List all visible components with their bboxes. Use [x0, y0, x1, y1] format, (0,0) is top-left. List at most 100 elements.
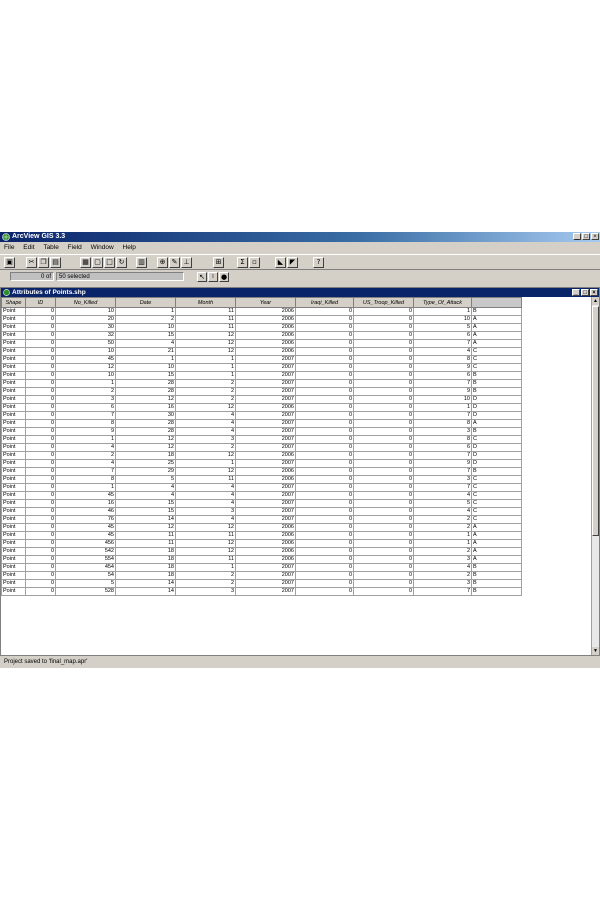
table-cell[interactable]: 9	[413, 363, 472, 372]
table-cell[interactable]: 1	[413, 531, 472, 540]
table-cell[interactable]: 542	[55, 547, 116, 556]
table-cell[interactable]: 0	[295, 571, 354, 580]
table-cell[interactable]: 0	[25, 515, 56, 524]
table-row[interactable]: Point 0 2 18 12 2006 0 0 7 D	[1, 451, 522, 460]
table-cell[interactable]: 15	[115, 371, 176, 380]
table-cell[interactable]: 4	[175, 499, 236, 508]
table-cell[interactable]: 1	[175, 459, 236, 468]
table-cell[interactable]: 0	[295, 347, 354, 356]
table-cell[interactable]: 2	[413, 571, 472, 580]
table-cell[interactable]: Point	[1, 411, 26, 420]
column-header[interactable]: Year	[235, 297, 296, 308]
table-cell[interactable]: 0	[353, 379, 414, 388]
table-cell[interactable]: 28	[115, 387, 176, 396]
table-cell[interactable]: 12	[175, 339, 236, 348]
table-cell[interactable]: 0	[25, 427, 56, 436]
table-cell[interactable]: 0	[353, 411, 414, 420]
table-cell[interactable]: Point	[1, 347, 26, 356]
table-row[interactable]: Point 0 542 18 12 2006 0 0 2 A	[1, 547, 522, 556]
table-cell[interactable]: 0	[295, 483, 354, 492]
table-cell[interactable]: 0	[295, 523, 354, 532]
table-cell[interactable]: C	[471, 515, 522, 524]
table-cell[interactable]: 8	[413, 355, 472, 364]
table-cell[interactable]: Point	[1, 491, 26, 500]
table-cell[interactable]: 2007	[235, 491, 296, 500]
table-cell[interactable]: 1	[413, 403, 472, 412]
table-cell[interactable]: 0	[353, 347, 414, 356]
table-cell[interactable]: 3	[413, 475, 472, 484]
table-cell[interactable]: 11	[175, 531, 236, 540]
table-cell[interactable]: 3	[413, 579, 472, 588]
table-cell[interactable]: Point	[1, 587, 26, 596]
table-cell[interactable]: B	[471, 427, 522, 436]
table-cell[interactable]: 0	[353, 491, 414, 500]
table-cell[interactable]: 7	[55, 467, 116, 476]
table-cell[interactable]: 14	[115, 587, 176, 596]
select-all-icon[interactable]: ▢	[92, 257, 103, 268]
table-cell[interactable]: 7	[413, 467, 472, 476]
table-cell[interactable]: 12	[115, 435, 176, 444]
table-cell[interactable]: 2006	[235, 475, 296, 484]
table-cell[interactable]: 8	[413, 419, 472, 428]
table-cell[interactable]: Point	[1, 451, 26, 460]
table-row[interactable]: Point 0 9 28 4 2007 0 0 3 B	[1, 427, 522, 436]
table-cell[interactable]: 0	[25, 307, 56, 316]
table-cell[interactable]: 12	[115, 523, 176, 532]
join-icon[interactable]: ⊞	[213, 257, 224, 268]
table-close-button[interactable]: ×	[590, 289, 598, 296]
table-cell[interactable]: 0	[295, 379, 354, 388]
table-cell[interactable]: 0	[295, 371, 354, 380]
column-header[interactable]: Shape	[1, 297, 26, 308]
table-cell[interactable]: 45	[55, 523, 116, 532]
table-cell[interactable]: Point	[1, 563, 26, 572]
table-cell[interactable]: A	[471, 339, 522, 348]
edit-icon[interactable]: I	[208, 272, 218, 282]
table-cell[interactable]: 0	[353, 459, 414, 468]
table-cell[interactable]: 28	[115, 379, 176, 388]
column-header[interactable]: No_Killed	[55, 297, 116, 308]
table-cell[interactable]: 9	[413, 387, 472, 396]
pointer-icon[interactable]: ↖	[197, 272, 207, 282]
table-row[interactable]: Point 0 16 15 4 2007 0 0 5 C	[1, 499, 522, 508]
table-cell[interactable]: 0	[295, 307, 354, 316]
table-cell[interactable]: Point	[1, 419, 26, 428]
table-cell[interactable]: 0	[25, 323, 56, 332]
table-row[interactable]: Point 0 20 2 11 2006 0 0 10 A	[1, 315, 522, 324]
table-cell[interactable]: B	[471, 379, 522, 388]
table-cell[interactable]: 0	[295, 491, 354, 500]
menu-edit[interactable]: Edit	[23, 243, 34, 253]
table-cell[interactable]: 20	[55, 315, 116, 324]
table-cell[interactable]: 2	[413, 515, 472, 524]
table-cell[interactable]: 2	[55, 387, 116, 396]
table-cell[interactable]: Point	[1, 483, 26, 492]
table-cell[interactable]: A	[471, 555, 522, 564]
table-cell[interactable]: 2006	[235, 307, 296, 316]
table-row[interactable]: Point 0 50 4 12 2006 0 0 7 A	[1, 339, 522, 348]
table-cell[interactable]: 0	[295, 515, 354, 524]
maximize-button[interactable]: □	[582, 233, 590, 240]
table-cell[interactable]: A	[471, 531, 522, 540]
table-cell[interactable]: 3	[175, 435, 236, 444]
table-cell[interactable]: 10	[115, 363, 176, 372]
table-cell[interactable]: 0	[295, 499, 354, 508]
table-cell[interactable]: 0	[25, 403, 56, 412]
table-row[interactable]: Point 0 10 1 11 2006 0 0 1 B	[1, 307, 522, 316]
table-cell[interactable]: 0	[295, 387, 354, 396]
table-cell[interactable]: 11	[175, 555, 236, 564]
table-cell[interactable]: 0	[25, 339, 56, 348]
table-cell[interactable]: 554	[55, 555, 116, 564]
identify-icon[interactable]: ●	[219, 272, 229, 282]
scroll-down-icon[interactable]: ▼	[592, 647, 599, 655]
paste-icon[interactable]: ▤	[50, 257, 61, 268]
table-cell[interactable]: 0	[353, 587, 414, 596]
table-cell[interactable]: 0	[295, 315, 354, 324]
table-cell[interactable]: 0	[295, 531, 354, 540]
table-cell[interactable]: 18	[115, 451, 176, 460]
table-cell[interactable]: 0	[25, 363, 56, 372]
table-cell[interactable]: 4	[175, 491, 236, 500]
sum-icon[interactable]: Σ	[237, 257, 248, 268]
table-row[interactable]: Point 0 30 10 11 2006 0 0 5 A	[1, 323, 522, 332]
table-cell[interactable]: A	[471, 331, 522, 340]
table-cell[interactable]: 12	[175, 347, 236, 356]
table-cell[interactable]: D	[471, 451, 522, 460]
